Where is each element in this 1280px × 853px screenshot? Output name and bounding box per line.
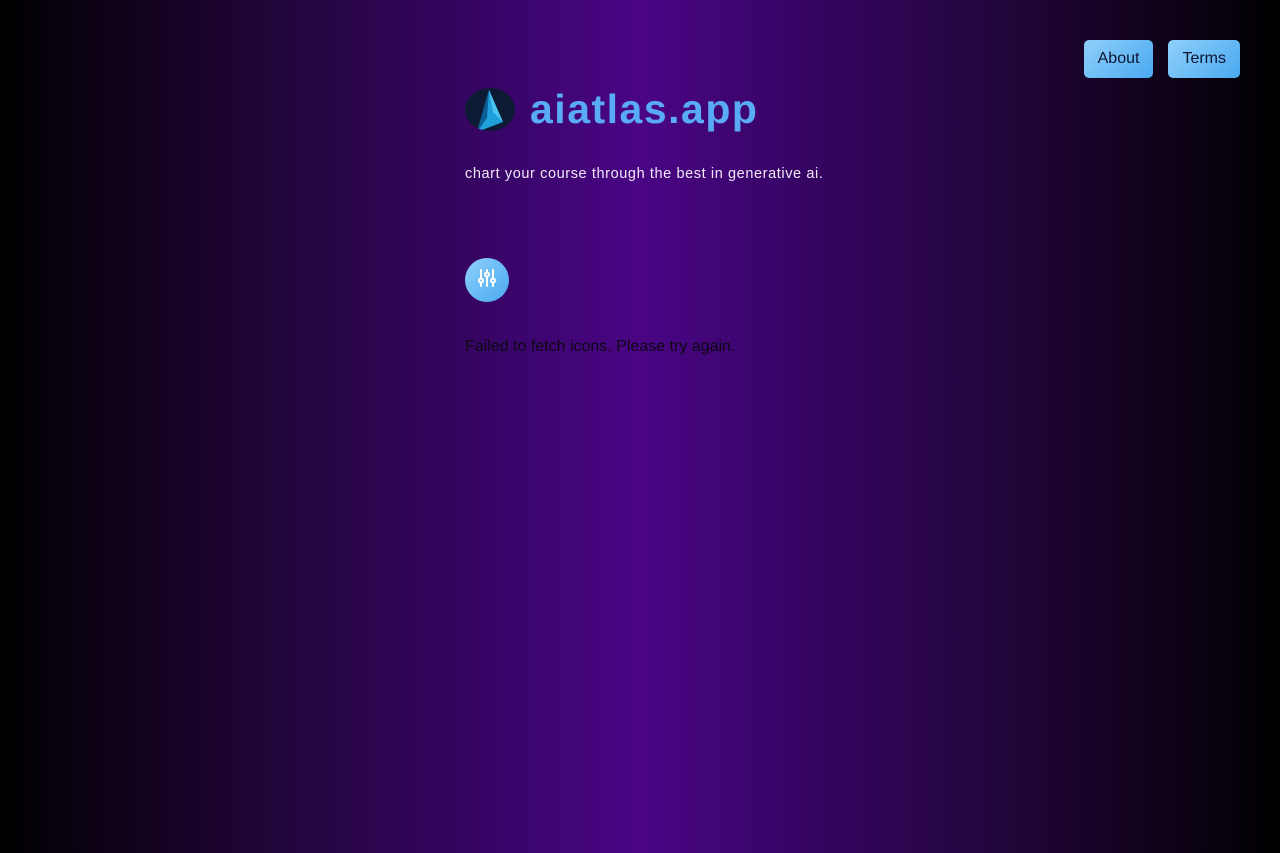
error-message: Failed to fetch icons. Please try again. xyxy=(465,338,736,355)
tagline: chart your course through the best in ge… xyxy=(465,166,824,182)
sliders-icon xyxy=(477,268,497,293)
site-title: aiatlas.app xyxy=(530,86,759,132)
brand-header: aiatlas.app xyxy=(465,86,1065,132)
terms-button[interactable]: Terms xyxy=(1168,40,1240,78)
main-content: aiatlas.app chart your course through th… xyxy=(465,86,1065,356)
compass-arrow-icon xyxy=(465,87,515,131)
filter-button[interactable] xyxy=(465,258,509,302)
about-button[interactable]: About xyxy=(1083,40,1154,78)
top-nav: About Terms xyxy=(1083,40,1240,78)
